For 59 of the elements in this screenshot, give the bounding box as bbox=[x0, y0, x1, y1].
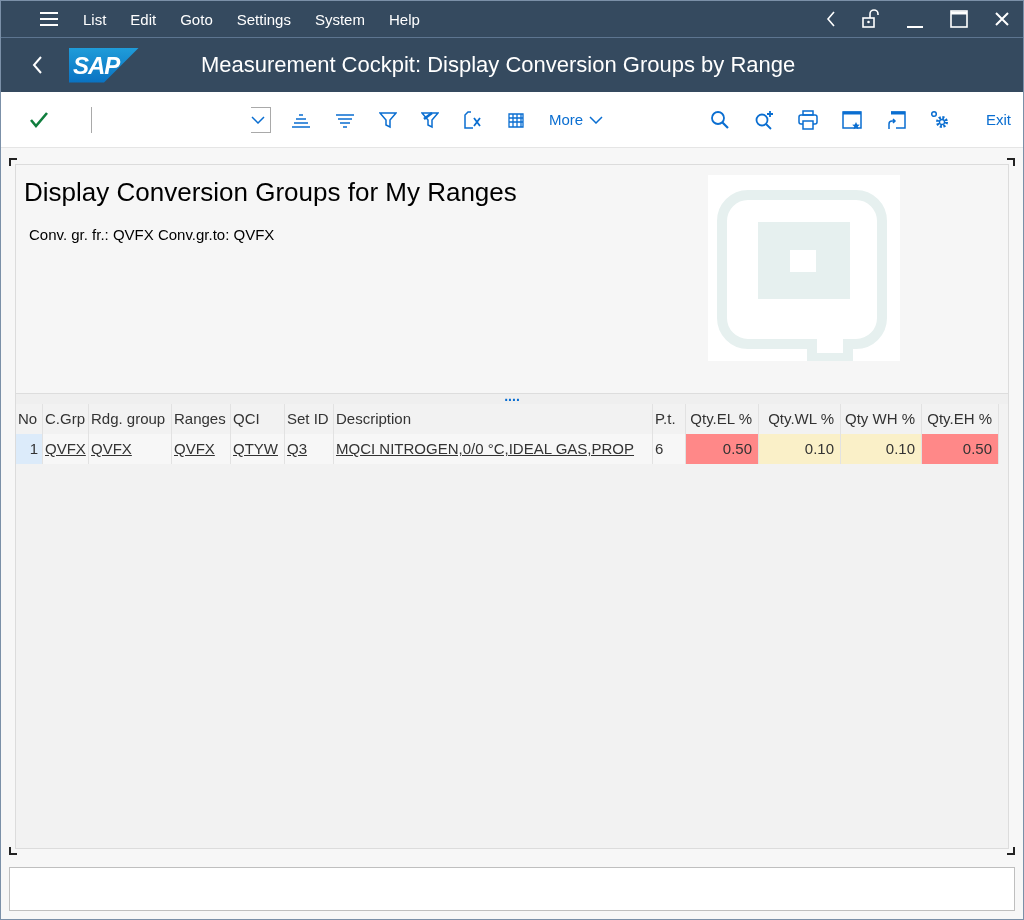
caret-icon[interactable] bbox=[251, 115, 265, 124]
table-cell: 0.10 bbox=[841, 434, 922, 464]
padlock-icon[interactable] bbox=[861, 9, 881, 29]
table-link[interactable]: QVFX bbox=[43, 434, 89, 464]
print-icon[interactable] bbox=[798, 109, 818, 130]
corner-mark-icon bbox=[9, 847, 17, 855]
export-icon[interactable] bbox=[463, 109, 483, 130]
search-icon[interactable] bbox=[710, 109, 730, 130]
back-icon[interactable] bbox=[31, 55, 43, 75]
corner-mark-icon bbox=[1007, 158, 1015, 166]
logo: SAP bbox=[69, 47, 139, 83]
corner-mark-icon bbox=[1007, 847, 1015, 855]
column-header[interactable]: C.Grp bbox=[43, 404, 89, 434]
column-header[interactable]: Description bbox=[334, 404, 653, 434]
caret-icon bbox=[589, 115, 604, 124]
chevron-left-icon[interactable] bbox=[825, 10, 837, 28]
column-header[interactable]: P.t. bbox=[653, 404, 686, 434]
settings-icon[interactable] bbox=[930, 109, 950, 130]
list-title: Display Conversion Groups for My Ranges bbox=[24, 177, 517, 208]
more-button[interactable]: More bbox=[549, 111, 604, 128]
table-cell: 0.50 bbox=[922, 434, 999, 464]
table-cell: 0.50 bbox=[686, 434, 759, 464]
menu-item[interactable]: Goto bbox=[180, 10, 213, 28]
column-header[interactable]: No bbox=[16, 404, 43, 434]
column-header[interactable]: QCI bbox=[231, 404, 285, 434]
close-icon[interactable] bbox=[993, 10, 1011, 28]
table-link[interactable]: QVFX bbox=[172, 434, 231, 464]
table-link[interactable]: Q3 bbox=[285, 434, 334, 464]
column-header[interactable]: Ranges bbox=[172, 404, 231, 434]
filter-icon[interactable] bbox=[379, 110, 397, 129]
corner-mark-icon bbox=[9, 158, 17, 166]
search-plus-icon[interactable] bbox=[754, 109, 774, 130]
table-cell: 6 bbox=[653, 434, 686, 464]
q-logo-icon bbox=[708, 175, 900, 361]
column-header[interactable]: Rdg. group bbox=[89, 404, 172, 434]
column-header[interactable]: Set ID bbox=[285, 404, 334, 434]
maximize-icon[interactable] bbox=[949, 9, 969, 29]
filter-edit-icon[interactable] bbox=[421, 110, 439, 129]
window-star-icon[interactable] bbox=[842, 109, 862, 130]
menu-item[interactable]: List bbox=[83, 10, 107, 28]
menu-icon[interactable] bbox=[39, 11, 59, 27]
window-arrow-icon[interactable] bbox=[886, 109, 906, 130]
exit-button[interactable]: Exit bbox=[986, 111, 1011, 128]
menu-item[interactable]: Help bbox=[388, 10, 420, 28]
selection-summary: Conv. gr. fr.: QVFX Conv.gr.to: QVFX bbox=[29, 226, 276, 243]
splitter-handle[interactable]: .... bbox=[16, 393, 1008, 404]
checkmark-icon[interactable] bbox=[29, 110, 49, 129]
table-cell: 0.10 bbox=[759, 434, 841, 464]
sort-ascending-icon[interactable] bbox=[291, 111, 311, 128]
menu-item[interactable]: Edit bbox=[130, 10, 157, 28]
menu-item[interactable]: Settings bbox=[236, 10, 291, 28]
menu-item[interactable]: System bbox=[314, 10, 365, 28]
table-link[interactable]: MQCI NITROGEN,0/0 °C,IDEAL GAS,PROP bbox=[334, 434, 653, 464]
grid-icon[interactable] bbox=[507, 110, 525, 129]
sort-descending-icon[interactable] bbox=[335, 111, 355, 128]
table-link[interactable]: QVFX bbox=[89, 434, 172, 464]
row-number: 1 bbox=[16, 434, 43, 464]
table-link[interactable]: QTYW bbox=[231, 434, 285, 464]
window-title: Measurement Cockpit: Display Conversion Groups by Range bbox=[201, 52, 796, 78]
